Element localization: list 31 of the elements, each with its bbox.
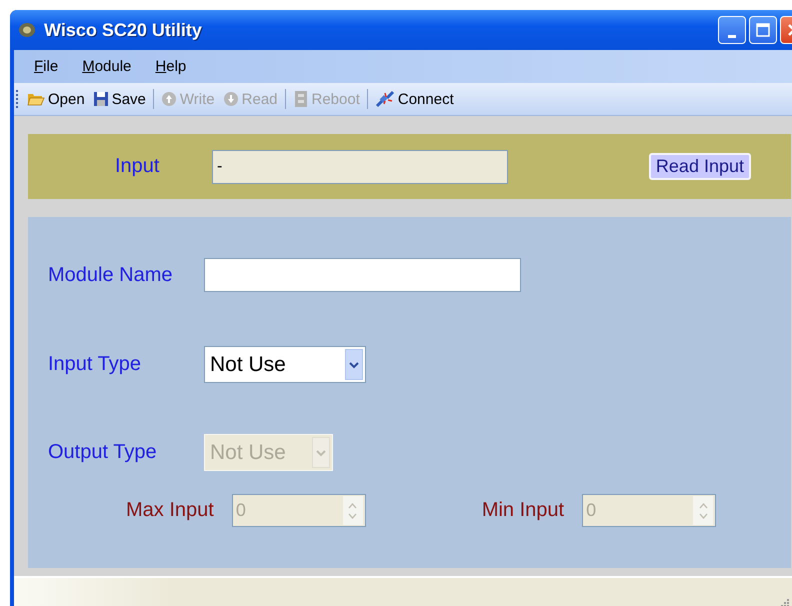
read-input-button[interactable]: Read Input <box>648 153 751 180</box>
up-down-arrows-icon <box>698 500 708 520</box>
menu-item[interactable]: Module <box>70 58 144 75</box>
resize-grip-icon <box>780 598 790 606</box>
module-name-label: Module Name <box>48 264 174 286</box>
up-down-arrows-icon <box>348 500 358 520</box>
limit-label: Max Input <box>126 499 214 522</box>
input-type-label: Input Type <box>48 353 142 376</box>
module-name-field[interactable] <box>204 258 521 292</box>
input-label: Input <box>115 155 160 178</box>
window-title: Wisco SC20 Utility <box>44 20 203 40</box>
toolbar-button[interactable]: Open <box>23 87 89 111</box>
output-type-label: Output Type <box>48 441 158 464</box>
maximize-icon <box>756 23 770 37</box>
toolbar-button[interactable]: Save <box>88 87 150 111</box>
minimize-button[interactable] <box>718 16 746 44</box>
minimize-icon <box>728 34 736 38</box>
maximize-button[interactable] <box>749 16 777 44</box>
input-field[interactable]: - <box>212 150 508 184</box>
device-icon <box>292 90 308 108</box>
chevron-down-icon <box>349 360 359 368</box>
input-type-dropdown[interactable]: Not Use <box>204 346 366 383</box>
chevron-down-icon <box>316 448 326 456</box>
menu-item[interactable]: Help <box>143 58 198 75</box>
toolbar-button[interactable]: Connect <box>370 87 458 111</box>
menu-item[interactable]: File <box>22 58 70 75</box>
folder-icon <box>27 91 45 107</box>
app-icon <box>18 22 36 38</box>
plug-icon <box>374 90 395 108</box>
grip-icon <box>16 89 19 109</box>
limit-label: Min Input <box>482 499 564 522</box>
